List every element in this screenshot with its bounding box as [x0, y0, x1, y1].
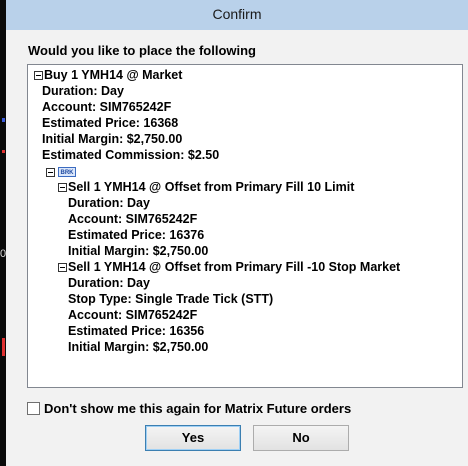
prompt-text: Would you like to place the following: [28, 43, 256, 58]
dont-show-checkbox[interactable]: [27, 402, 40, 415]
background-mark-blue: [2, 118, 5, 122]
bracket-icon: BRK: [58, 167, 76, 177]
leg-detail: Stop Type: Single Trade Tick (STT): [68, 292, 274, 306]
dialog-title: Confirm: [212, 6, 262, 22]
collapse-icon[interactable]: [46, 168, 55, 177]
order-detail: Initial Margin: $2,750.00: [42, 132, 183, 146]
leg-detail: Initial Margin: $2,750.00: [68, 244, 209, 258]
background-mark-red: [2, 150, 5, 153]
confirm-dialog: Confirm Would you like to place the foll…: [6, 0, 468, 466]
collapse-icon[interactable]: [58, 263, 67, 272]
leg-detail: Duration: Day: [68, 196, 150, 210]
dont-show-label[interactable]: Don't show me this again for Matrix Futu…: [44, 401, 351, 416]
leg-detail: Initial Margin: $2,750.00: [68, 340, 209, 354]
collapse-icon[interactable]: [58, 183, 67, 192]
no-button[interactable]: No: [253, 425, 349, 451]
leg-detail: Account: SIM765242F: [68, 212, 198, 226]
order-detail: Duration: Day: [42, 84, 124, 98]
leg-detail: Estimated Price: 16376: [68, 228, 205, 242]
order-detail: Estimated Commission: $2.50: [42, 148, 220, 162]
title-bar[interactable]: Confirm: [6, 0, 468, 30]
leg-detail: Duration: Day: [68, 276, 150, 290]
background-mark-red: [2, 338, 5, 356]
order-main-title: Buy 1 YMH14 @ Market: [44, 68, 183, 82]
leg-title: Sell 1 YMH14 @ Offset from Primary Fill …: [68, 180, 355, 194]
order-tree[interactable]: Buy 1 YMH14 @ Market Duration: Day Accou…: [27, 64, 463, 388]
order-detail: Estimated Price: 16368: [42, 116, 179, 130]
leg-detail: Account: SIM765242F: [68, 308, 198, 322]
collapse-icon[interactable]: [34, 71, 43, 80]
yes-button[interactable]: Yes: [145, 425, 241, 451]
leg-title: Sell 1 YMH14 @ Offset from Primary Fill …: [68, 260, 401, 274]
order-detail: Account: SIM765242F: [42, 100, 172, 114]
leg-detail: Estimated Price: 16356: [68, 324, 205, 338]
